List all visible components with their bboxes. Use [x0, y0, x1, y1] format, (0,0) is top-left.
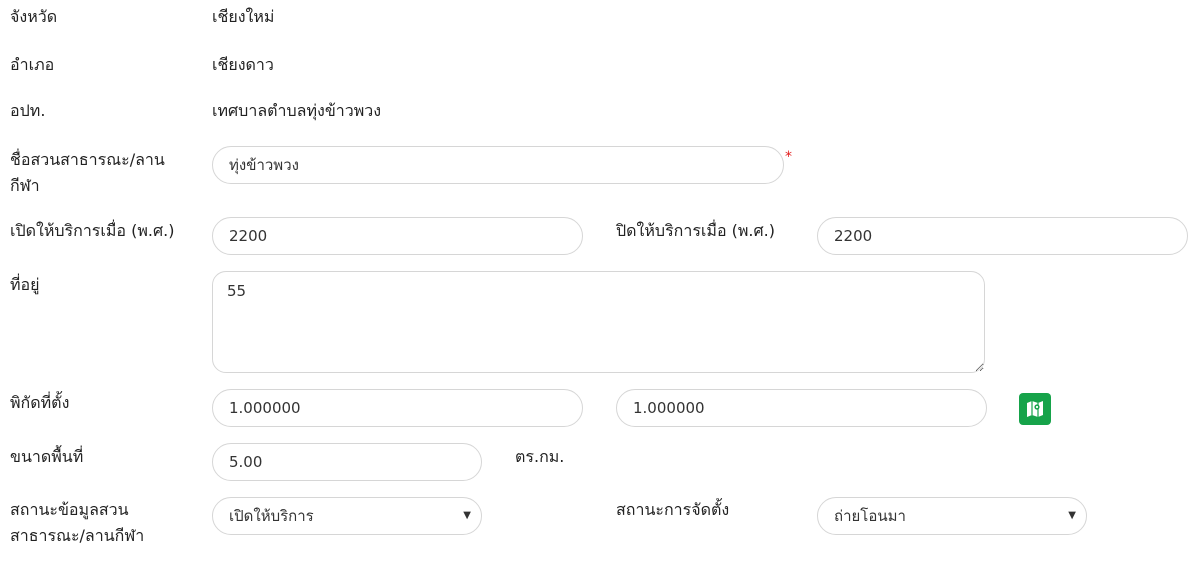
address-label: ที่อยู่ — [10, 275, 40, 294]
park-name-label: ชื่อสวนสาธารณะ/ลาน กีฬา — [10, 147, 200, 199]
coordinates-label: พิกัดที่ตั้ง — [10, 393, 70, 412]
address-textarea[interactable]: 55 — [212, 271, 985, 373]
closed-year-input[interactable] — [817, 217, 1188, 255]
latitude-input[interactable] — [212, 389, 583, 427]
chevron-down-icon: ▼ — [463, 510, 471, 521]
establish-status-selected: ถ่ายโอนมา — [834, 507, 906, 525]
district-value: เชียงดาว — [212, 55, 274, 74]
lao-value: เทศบาลตำบลทุ่งข้าวพวง — [212, 101, 382, 120]
province-value: เชียงใหม่ — [212, 7, 275, 26]
required-mark: * — [785, 149, 792, 165]
data-status-selected: เปิดให้บริการ — [229, 507, 314, 525]
area-label: ขนาดพื้นที่ — [10, 447, 84, 466]
park-name-label-line1: ชื่อสวนสาธารณะ/ลาน — [10, 150, 165, 169]
longitude-input[interactable] — [616, 389, 987, 427]
establish-status-label: สถานะการจัดตั้ง — [616, 500, 730, 519]
map-picker-button[interactable] — [1019, 393, 1051, 425]
data-status-label-line1: สถานะข้อมูลสวน — [10, 500, 129, 519]
lao-label: อปท. — [10, 101, 46, 120]
province-label: จังหวัด — [10, 7, 58, 26]
closed-year-label: ปิดให้บริการเมื่อ (พ.ศ.) — [616, 221, 775, 240]
opened-year-label: เปิดให้บริการเมื่อ (พ.ศ.) — [10, 221, 175, 240]
map-icon — [1027, 401, 1043, 417]
opened-year-input[interactable] — [212, 217, 583, 255]
area-input[interactable] — [212, 443, 482, 481]
establish-status-select[interactable]: ถ่ายโอนมา ▼ — [817, 497, 1087, 535]
data-status-label-line2: สาธารณะ/ลานกีฬา — [10, 526, 145, 545]
data-status-select[interactable]: เปิดให้บริการ ▼ — [212, 497, 482, 535]
park-name-input[interactable] — [212, 146, 784, 184]
area-unit: ตร.กม. — [515, 447, 565, 466]
district-label: อำเภอ — [10, 55, 55, 74]
chevron-down-icon: ▼ — [1068, 510, 1076, 521]
park-name-label-line2: กีฬา — [10, 176, 40, 195]
data-status-label: สถานะข้อมูลสวน สาธารณะ/ลานกีฬา — [10, 497, 200, 549]
